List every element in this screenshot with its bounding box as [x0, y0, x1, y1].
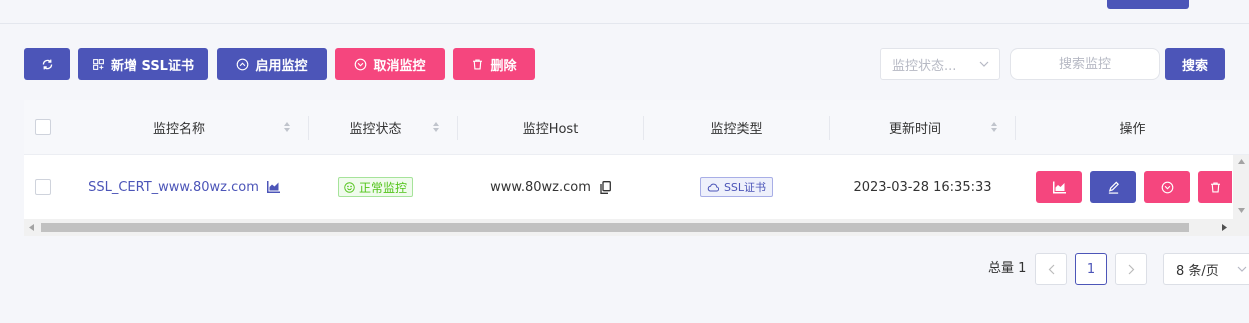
scroll-up-icon[interactable] [1238, 159, 1245, 165]
monitor-name: SSL_CERT_www.80wz.com [88, 179, 259, 195]
trash-icon [1210, 181, 1220, 193]
search-button[interactable]: 搜索 [1165, 48, 1225, 80]
refresh-button[interactable] [24, 48, 70, 80]
enable-monitor-button[interactable]: 启用监控 [217, 48, 327, 80]
sort-icon[interactable] [990, 121, 998, 133]
column-header-name[interactable]: 监控名称 [74, 100, 284, 155]
column-status-label: 监控状态 [349, 122, 402, 137]
type-text: SSL证书 [723, 181, 767, 194]
select-all-checkbox[interactable] [35, 119, 51, 135]
host-value: www.80wz.com [490, 180, 611, 195]
host-cell: www.80wz.com [458, 155, 643, 219]
chart-icon [1052, 181, 1066, 193]
cancel-monitor-button[interactable]: 取消监控 [335, 48, 445, 80]
current-page: 1 [1086, 261, 1096, 277]
prev-page-button[interactable] [1035, 253, 1067, 285]
delete-row-button[interactable] [1198, 171, 1232, 203]
circle-down-icon [1161, 181, 1173, 193]
table-row: SSL_CERT_www.80wz.com 正常监控 www.80wz.com … [24, 155, 1249, 219]
monitor-table: 监控名称 监控状态 监控Host 监控类型 更新时间 操作 SSL_CERT_w… [24, 100, 1249, 236]
view-chart-button[interactable] [1036, 171, 1082, 203]
refresh-icon [42, 59, 52, 69]
trash-icon [473, 58, 483, 70]
monitor-name-link[interactable]: SSL_CERT_www.80wz.com [88, 180, 280, 195]
top-bar [0, 0, 1249, 24]
updated-cell: 2023-03-28 16:35:33 [830, 155, 1015, 219]
sort-icon[interactable] [283, 121, 291, 133]
chart-icon[interactable] [266, 181, 280, 193]
search-input[interactable] [1010, 48, 1160, 80]
edit-icon [1108, 181, 1119, 194]
page-size-value: 8 条/页 [1176, 263, 1219, 279]
next-page-button[interactable] [1115, 253, 1147, 285]
smile-icon [344, 181, 355, 193]
scrollbar-thumb[interactable] [41, 223, 1189, 232]
host-text: www.80wz.com [490, 179, 591, 195]
circle-down-icon [355, 58, 367, 70]
status-cell: 正常监控 [309, 155, 442, 219]
chevron-down-icon [1237, 266, 1247, 272]
horizontal-scrollbar[interactable] [24, 219, 1249, 236]
column-name-label: 监控名称 [152, 122, 205, 137]
scroll-left-icon[interactable] [29, 224, 35, 231]
status-select[interactable]: 监控状态... [880, 48, 1000, 80]
search-button-label: 搜索 [1181, 58, 1208, 74]
page-number[interactable]: 1 [1075, 253, 1107, 285]
column-header-status[interactable]: 监控状态 [309, 100, 442, 155]
table-header: 监控名称 监控状态 监控Host 监控类型 更新时间 操作 [24, 100, 1249, 155]
vertical-scrollbar[interactable] [1233, 155, 1249, 219]
total-count: 总量 1 [988, 261, 1027, 276]
chevron-left-icon [1048, 264, 1054, 274]
add-ssl-button[interactable]: 新增 SSL证书 [78, 48, 208, 80]
column-header-updated[interactable]: 更新时间 [830, 100, 1000, 155]
row-checkbox[interactable] [35, 179, 51, 195]
delete-label: 删除 [490, 58, 517, 74]
scroll-right-icon[interactable] [1221, 224, 1227, 231]
circle-up-icon [237, 58, 249, 70]
column-header-host: 监控Host [458, 100, 643, 155]
updated-time: 2023-03-28 16:35:33 [853, 179, 992, 195]
cloud-icon [707, 183, 719, 191]
column-header-actions: 操作 [1016, 100, 1249, 155]
status-select-placeholder: 监控状态... [892, 58, 957, 74]
column-host-label: 监控Host [522, 122, 579, 137]
sort-icon[interactable] [432, 121, 440, 133]
grid-add-icon [93, 58, 104, 70]
type-badge: SSL证书 [699, 177, 774, 197]
enable-monitor-label: 启用监控 [255, 58, 308, 74]
page-size-select[interactable]: 8 条/页 [1163, 253, 1249, 285]
name-cell: SSL_CERT_www.80wz.com [74, 155, 294, 219]
chevron-down-icon [979, 61, 989, 67]
type-cell: SSL证书 [644, 155, 829, 219]
status-badge: 正常监控 [337, 177, 413, 197]
status-text: 正常监控 [358, 180, 407, 195]
edit-button[interactable] [1090, 171, 1136, 203]
scroll-down-icon[interactable] [1238, 207, 1245, 213]
add-ssl-label: 新增 SSL证书 [111, 58, 194, 74]
column-actions-label: 操作 [1119, 122, 1146, 137]
cancel-monitor-row-button[interactable] [1144, 171, 1190, 203]
cancel-monitor-label: 取消监控 [373, 58, 426, 74]
column-header-type: 监控类型 [644, 100, 829, 155]
copy-icon[interactable] [600, 180, 611, 194]
chevron-right-icon [1128, 264, 1134, 274]
column-updated-label: 更新时间 [888, 122, 941, 137]
column-type-label: 监控类型 [710, 122, 763, 137]
top-action-button[interactable] [1107, 0, 1189, 9]
delete-button[interactable]: 删除 [453, 48, 535, 80]
